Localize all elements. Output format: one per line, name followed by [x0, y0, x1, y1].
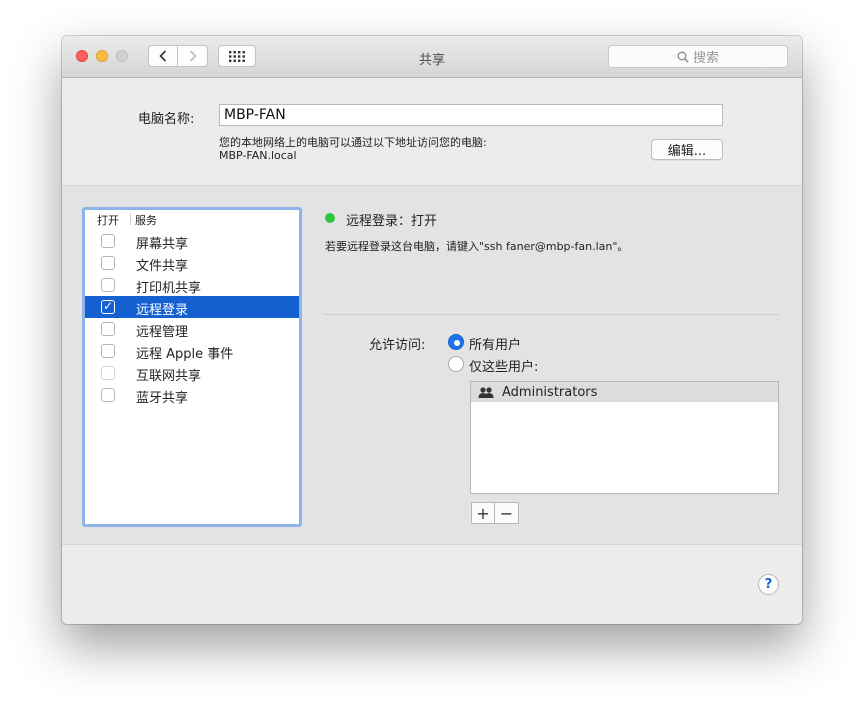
all-users-radio[interactable]	[448, 334, 464, 350]
service-label: 远程 Apple 事件	[136, 347, 234, 362]
service-row-printer-sharing[interactable]: 打印机共享	[85, 274, 299, 296]
add-remove-buttons: + −	[471, 502, 519, 524]
allow-access-label: 允许访问:	[369, 338, 426, 353]
computer-name-label: 电脑名称:	[138, 112, 195, 127]
local-address: MBP-FAN.local	[219, 149, 297, 162]
service-checkbox[interactable]	[101, 344, 115, 358]
service-checkbox[interactable]	[101, 322, 115, 336]
title-bar: 共享 搜索	[62, 36, 802, 78]
service-label: 互联网共享	[136, 369, 202, 384]
computer-name-input[interactable]: MBP-FAN	[219, 104, 723, 126]
column-divider	[130, 213, 131, 225]
service-label: 远程管理	[136, 325, 189, 340]
column-header-service[interactable]: 服务	[135, 212, 157, 228]
service-row-screen-sharing[interactable]: 屏幕共享	[85, 230, 299, 252]
service-label: 打印机共享	[136, 281, 202, 296]
service-checkbox[interactable]	[101, 256, 115, 270]
service-row-remote-apple-events[interactable]: 远程 Apple 事件	[85, 340, 299, 362]
all-users-label[interactable]: 所有用户	[469, 334, 521, 353]
service-checkbox[interactable]	[101, 366, 115, 380]
divider	[323, 314, 779, 315]
add-user-button[interactable]: +	[471, 502, 495, 524]
column-header-on[interactable]: 打开	[97, 212, 119, 228]
service-list-header: 打开 服务	[85, 210, 299, 228]
service-row-internet-sharing[interactable]: 互联网共享	[85, 362, 299, 384]
service-row-remote-management[interactable]: 远程管理	[85, 318, 299, 340]
address-note: 您的本地网络上的电脑可以通过以下地址访问您的电脑:	[219, 136, 487, 149]
service-checkbox[interactable]	[101, 278, 115, 292]
user-group-name: Administrators	[502, 384, 598, 400]
remove-user-button[interactable]: −	[495, 502, 519, 524]
checkmark-icon: ✓	[103, 299, 114, 313]
help-button[interactable]: ?	[758, 574, 779, 595]
service-row-remote-login[interactable]: ✓ 远程登录	[85, 296, 299, 318]
service-label: 文件共享	[136, 259, 189, 274]
only-these-users-radio[interactable]	[448, 356, 464, 372]
users-list-item[interactable]: Administrators	[471, 382, 778, 402]
service-checkbox[interactable]: ✓	[101, 299, 115, 314]
computer-name-section: 电脑名称: MBP-FAN 您的本地网络上的电脑可以通过以下地址访问您的电脑: …	[62, 78, 802, 185]
service-list[interactable]: 打开 服务 屏幕共享 文件共享 打印机共享 ✓ 远程登录 远程管理 远程 App…	[82, 207, 302, 527]
group-icon	[478, 386, 494, 398]
sharing-services-section: 打开 服务 屏幕共享 文件共享 打印机共享 ✓ 远程登录 远程管理 远程 App…	[62, 185, 802, 545]
service-row-file-sharing[interactable]: 文件共享	[85, 252, 299, 274]
service-description: 若要远程登录这台电脑，请键入"ssh faner@mbp-fan.lan"。	[325, 240, 629, 253]
service-label: 蓝牙共享	[136, 391, 189, 406]
users-list[interactable]: Administrators	[470, 381, 779, 494]
search-placeholder: 搜索	[692, 51, 719, 66]
only-these-users-label[interactable]: 仅这些用户:	[469, 356, 538, 375]
search-field[interactable]: 搜索	[608, 45, 788, 68]
service-checkbox[interactable]	[101, 234, 115, 248]
service-status: 远程登录：打开	[346, 214, 438, 229]
service-label: 屏幕共享	[136, 237, 189, 252]
service-label: 远程登录	[136, 303, 189, 318]
service-row-bluetooth-sharing[interactable]: 蓝牙共享	[85, 384, 299, 406]
edit-button[interactable]: 编辑...	[651, 139, 723, 160]
status-indicator	[325, 213, 335, 223]
service-checkbox[interactable]	[101, 388, 115, 402]
search-icon	[677, 51, 689, 63]
preferences-window: 共享 搜索 电脑名称: MBP-FAN 您的本地网络上的电脑可以通过以下地址访问…	[62, 36, 802, 624]
